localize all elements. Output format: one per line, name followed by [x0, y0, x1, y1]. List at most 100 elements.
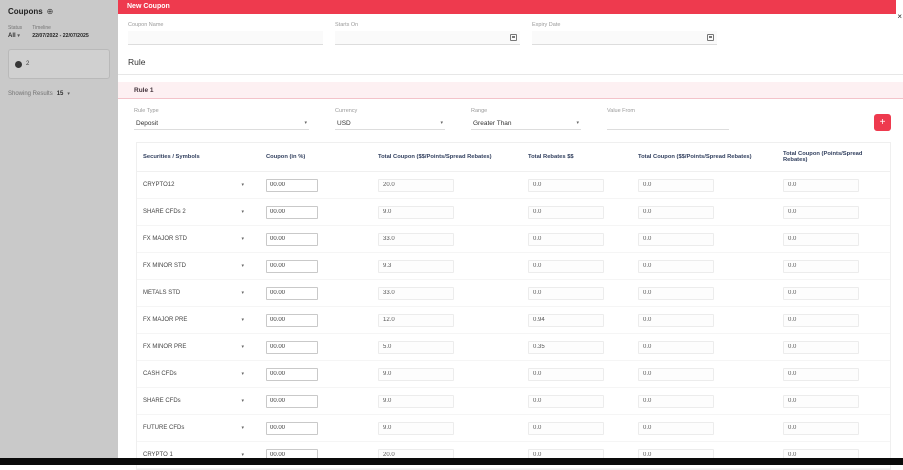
total-rebates-input[interactable] — [528, 313, 604, 327]
total-coupon-2-input[interactable] — [638, 421, 714, 435]
column-header: Securities / Symbols — [143, 154, 200, 160]
total-coupon-3-input[interactable] — [783, 178, 859, 192]
coupon-percent-input[interactable] — [266, 259, 318, 273]
table-row: SHARE CFDs ▾ — [137, 388, 890, 415]
coupon-percent-input[interactable] — [266, 313, 318, 327]
coupon-percent-input[interactable] — [266, 286, 318, 300]
coupon-percent-input[interactable] — [266, 367, 318, 381]
total-coupon-3-input[interactable] — [783, 394, 859, 408]
symbol-select[interactable]: SHARE CFDs 2 ▾ — [143, 209, 254, 215]
table-row: FX MINOR PRE ▾ — [137, 334, 890, 361]
total-coupon-1-input[interactable] — [378, 259, 454, 273]
total-coupon-3-input[interactable] — [783, 340, 859, 354]
total-coupon-1-input[interactable] — [378, 178, 454, 192]
currency-label: Currency — [335, 108, 358, 114]
total-coupon-3-input[interactable] — [783, 205, 859, 219]
total-rebates-input[interactable] — [528, 367, 604, 381]
coupon-name-label: Coupon Name — [128, 22, 164, 28]
close-icon[interactable]: × — [897, 13, 902, 21]
table-row: CRYPTO12 ▾ — [137, 172, 890, 199]
coupons-sidebar: Coupons ⊕ Status All ▾ Timeline 22/07/20… — [0, 0, 118, 465]
value-from-field: Value From — [607, 108, 729, 130]
coupon-percent-input[interactable] — [266, 421, 318, 435]
total-rebates-input[interactable] — [528, 259, 604, 273]
total-coupon-3-input[interactable] — [783, 232, 859, 246]
table-row: FX MAJOR STD ▾ — [137, 226, 890, 253]
total-coupon-1-input[interactable] — [378, 367, 454, 381]
total-coupon-2-input[interactable] — [638, 340, 714, 354]
coupon-percent-input[interactable] — [266, 178, 318, 192]
new-coupon-modal: New Coupon × Coupon Name Starts On Expir… — [118, 0, 903, 470]
column-header: Coupon (in %) — [266, 154, 306, 160]
total-rebates-input[interactable] — [528, 340, 604, 354]
symbol-select[interactable]: SHARE CFDs ▾ — [143, 398, 254, 404]
total-rebates-input[interactable] — [528, 205, 604, 219]
rule1-config: Rule Type Deposit ▾ Currency USD ▾ Range G… — [118, 99, 903, 140]
total-rebates-input[interactable] — [528, 232, 604, 246]
coupon-percent-input[interactable] — [266, 205, 318, 219]
symbol-select[interactable]: CASH CFDs ▾ — [143, 371, 254, 377]
coupon-name-field: Coupon Name — [128, 22, 323, 45]
total-coupon-3-input[interactable] — [783, 259, 859, 273]
total-rebates-input[interactable] — [528, 286, 604, 300]
total-rebates-input[interactable] — [528, 421, 604, 435]
symbol-select[interactable]: METALS STD ▾ — [143, 290, 254, 296]
expiry-date-input[interactable] — [532, 31, 717, 45]
total-coupon-2-input[interactable] — [638, 232, 714, 246]
symbol-select[interactable]: CRYPTO12 ▾ — [143, 182, 254, 188]
coupon-percent-input[interactable] — [266, 232, 318, 246]
total-coupon-1-input[interactable] — [378, 205, 454, 219]
total-coupon-1-input[interactable] — [378, 340, 454, 354]
modal-overlay-dim — [0, 0, 118, 465]
starts-on-input[interactable] — [335, 31, 520, 45]
starts-on-label: Starts On — [335, 22, 359, 28]
total-coupon-3-input[interactable] — [783, 313, 859, 327]
table-header: Securities / Symbols Coupon (in %) Total C… — [137, 143, 890, 172]
total-coupon-1-input[interactable] — [378, 421, 454, 435]
symbol-select[interactable]: FUTURE CFDs ▾ — [143, 425, 254, 431]
calendar-icon[interactable] — [707, 34, 714, 41]
total-coupon-2-input[interactable] — [638, 205, 714, 219]
rule1-title: Rule 1 — [134, 86, 154, 94]
column-header: Total Rebates $$ — [528, 154, 574, 160]
coupon-name-input[interactable] — [128, 31, 323, 45]
column-header: Total Coupon ($$/Points/Spread Rebates) — [378, 154, 492, 160]
add-rule-button[interactable]: + — [874, 114, 891, 131]
calendar-icon[interactable] — [510, 34, 517, 41]
total-coupon-3-input[interactable] — [783, 421, 859, 435]
chevron-down-icon: ▾ — [241, 182, 244, 188]
total-coupon-2-input[interactable] — [638, 367, 714, 381]
total-coupon-2-input[interactable] — [638, 259, 714, 273]
symbol-select[interactable]: FX MAJOR PRE ▾ — [143, 317, 254, 323]
coupon-percent-input[interactable] — [266, 394, 318, 408]
chevron-down-icon: ▾ — [241, 263, 244, 269]
currency-select[interactable]: USD ▾ — [335, 117, 445, 130]
symbol-select[interactable]: FX MINOR PRE ▾ — [143, 344, 254, 350]
total-coupon-1-input[interactable] — [378, 394, 454, 408]
symbol-select[interactable]: FX MAJOR STD ▾ — [143, 236, 254, 242]
rule1-header: Rule 1 — [118, 82, 903, 99]
total-coupon-2-input[interactable] — [638, 286, 714, 300]
value-from-input[interactable] — [607, 117, 729, 130]
column-header: Total Coupon ($$/Points/Spread Rebates) — [638, 154, 752, 160]
total-rebates-input[interactable] — [528, 178, 604, 192]
range-select[interactable]: Greater Than ▾ — [471, 117, 581, 130]
total-rebates-input[interactable] — [528, 394, 604, 408]
table-row: METALS STD ▾ — [137, 280, 890, 307]
chevron-down-icon: ▾ — [241, 398, 244, 404]
total-coupon-1-input[interactable] — [378, 286, 454, 300]
table-row: FX MAJOR PRE ▾ — [137, 307, 890, 334]
rule-type-field: Rule Type Deposit ▾ — [134, 108, 309, 130]
total-coupon-3-input[interactable] — [783, 367, 859, 381]
symbol-select[interactable]: FX MINOR STD ▾ — [143, 263, 254, 269]
total-coupon-2-input[interactable] — [638, 313, 714, 327]
chevron-down-icon: ▾ — [241, 425, 244, 431]
total-coupon-3-input[interactable] — [783, 286, 859, 300]
total-coupon-2-input[interactable] — [638, 178, 714, 192]
total-coupon-1-input[interactable] — [378, 313, 454, 327]
coupon-percent-input[interactable] — [266, 340, 318, 354]
rule-type-select[interactable]: Deposit ▾ — [134, 117, 309, 130]
chevron-down-icon: ▾ — [576, 120, 579, 126]
total-coupon-1-input[interactable] — [378, 232, 454, 246]
total-coupon-2-input[interactable] — [638, 394, 714, 408]
